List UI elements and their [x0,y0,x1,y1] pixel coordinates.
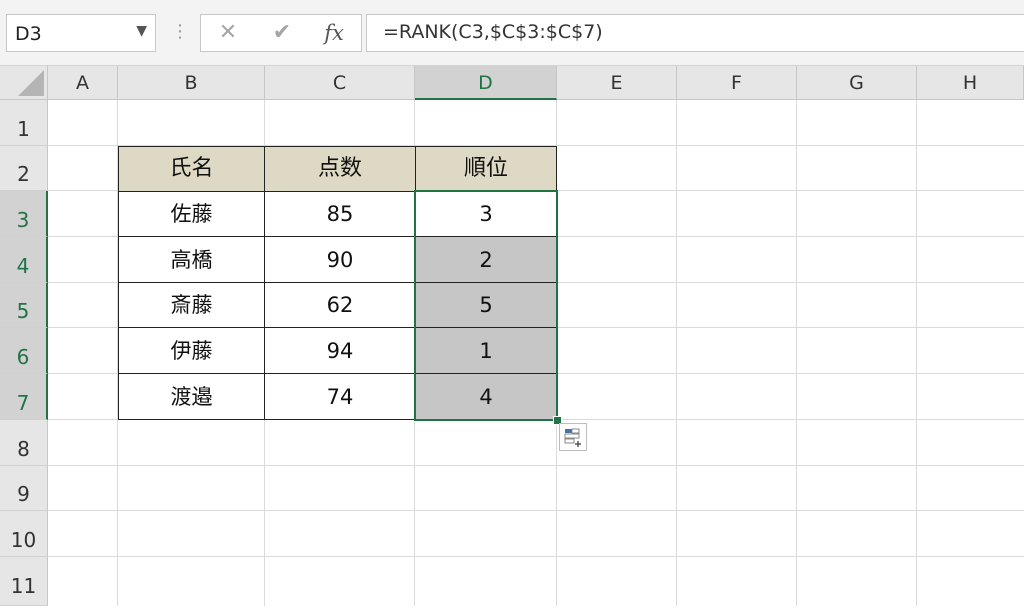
select-all-triangle-icon [18,70,44,96]
table-cell-rank[interactable]: 5 [415,283,557,328]
formula-toolbar: D3 ▼ ⋮ ✕ ✔ fx =RANK(C3,$C$3:$C$7) [0,0,1024,66]
table-cell-name[interactable]: 伊藤 [118,328,265,374]
row-header-2[interactable]: 2 [0,146,48,191]
table-cell-rank[interactable]: 4 [415,374,557,420]
column-header-h[interactable]: H [917,66,1024,100]
row-header-6[interactable]: 6 [0,328,48,374]
check-icon[interactable]: ✔ [267,19,297,47]
table-cell-name[interactable]: 渡邉 [118,374,265,420]
row-header-1[interactable]: 1 [0,100,48,146]
name-box[interactable]: D3 ▼ [6,14,156,52]
close-icon[interactable]: ✕ [213,19,243,47]
table-cell-score[interactable]: 85 [265,191,415,237]
formula-text[interactable]: =RANK(C3,$C$3:$C$7) [383,21,603,43]
column-header-d[interactable]: D [415,66,557,100]
table-cell-score[interactable]: 74 [265,374,415,420]
quick-analysis-icon[interactable] [559,423,587,451]
row-header-4[interactable]: 4 [0,237,48,283]
row-header-9[interactable]: 9 [0,466,48,511]
gridline [916,100,917,606]
gridline [796,100,797,606]
row-header-5[interactable]: 5 [0,283,48,328]
column-header-g[interactable]: G [797,66,917,100]
table-cell-rank[interactable]: 2 [415,237,557,283]
column-header-f[interactable]: F [677,66,797,100]
name-box-value[interactable]: D3 [15,23,42,45]
column-header-b[interactable]: B [118,66,265,100]
table-cell-rank[interactable]: 1 [415,328,557,374]
quick-analysis-glyph [564,428,581,447]
table-cell-rank[interactable]: 3 [415,191,557,237]
drag-handle-icon[interactable]: ⋮ [171,20,189,44]
row-header-10[interactable]: 10 [0,511,48,557]
table-cell-name[interactable]: 高橋 [118,237,265,283]
table-cell-name[interactable]: 斎藤 [118,283,265,328]
row-header-3[interactable]: 3 [0,191,48,237]
gridline [48,510,1024,511]
row-header-8[interactable]: 8 [0,420,48,466]
gridline [48,465,1024,466]
chevron-down-icon[interactable]: ▼ [136,23,147,39]
worksheet-grid[interactable]: A B C D E F G H 1 2 3 4 5 6 7 8 9 10 11 … [0,66,1024,606]
select-all-button[interactable] [0,66,48,100]
formula-buttons: ✕ ✔ fx [200,14,362,52]
row-header-11[interactable]: 11 [0,557,48,606]
table-header-name[interactable]: 氏名 [118,146,265,191]
table-cell-score[interactable]: 94 [265,328,415,374]
column-header-a[interactable]: A [48,66,118,100]
insert-function-button[interactable]: fx [319,19,349,47]
column-header-e[interactable]: E [557,66,677,100]
table-header-score[interactable]: 点数 [265,146,415,191]
row-header-7[interactable]: 7 [0,374,48,420]
table-cell-name[interactable]: 佐藤 [118,191,265,237]
formula-input[interactable]: =RANK(C3,$C$3:$C$7) [366,14,1024,52]
column-header-c[interactable]: C [265,66,415,100]
table-cell-score[interactable]: 62 [265,283,415,328]
gridline [48,556,1024,557]
table-cell-score[interactable]: 90 [265,237,415,283]
table-header-rank[interactable]: 順位 [415,146,557,191]
gridline [676,100,677,606]
